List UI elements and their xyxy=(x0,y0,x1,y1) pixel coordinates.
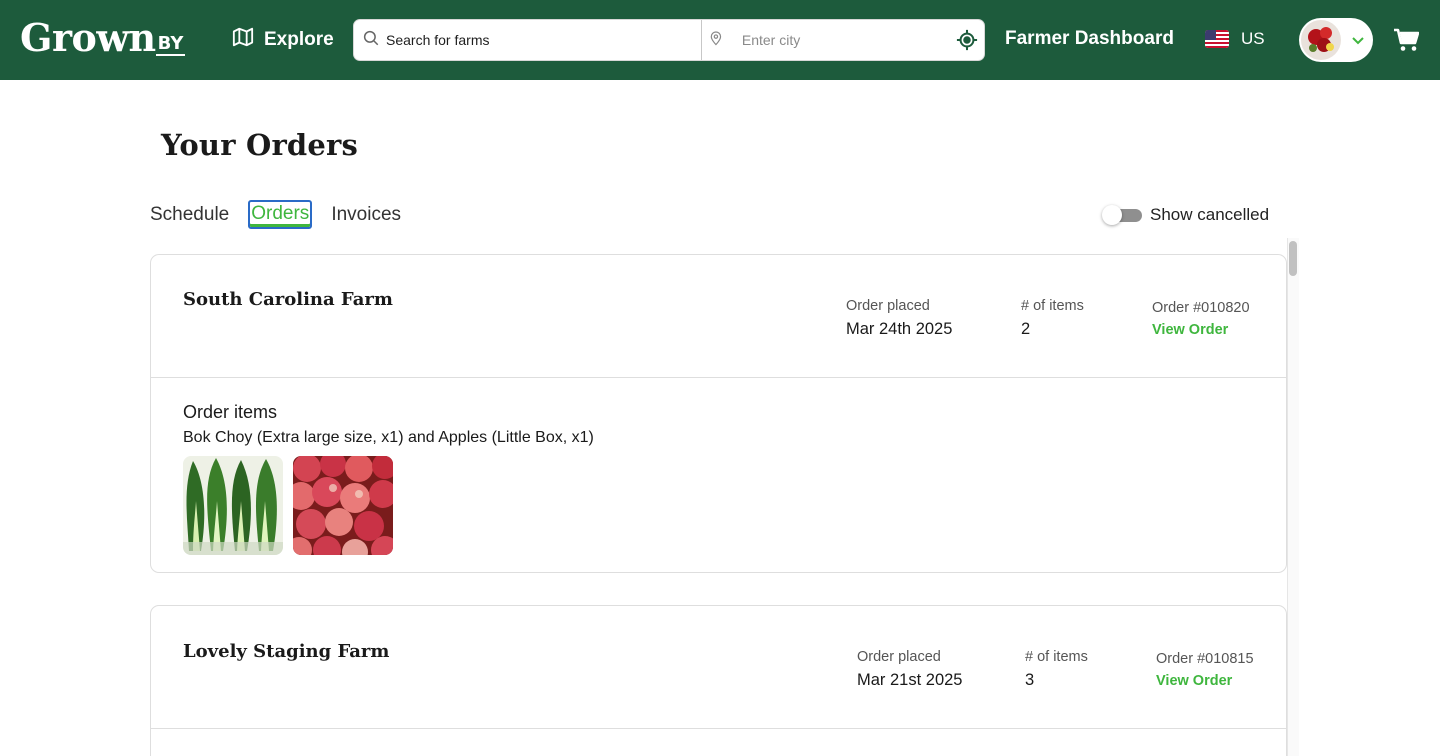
order-items-description: Bok Choy (Extra large size, x1) and Appl… xyxy=(183,429,594,446)
search-bar xyxy=(353,19,985,61)
country-selector[interactable]: US xyxy=(1205,29,1265,49)
city-input[interactable] xyxy=(741,32,956,48)
logo-by-text: BY xyxy=(155,33,186,56)
grownby-logo[interactable]: Grown BY xyxy=(20,14,186,62)
order-placed-label: Order placed xyxy=(857,649,941,665)
explore-link[interactable]: Explore xyxy=(232,26,334,54)
page-title: Your Orders xyxy=(161,128,359,162)
order-number: Order #010815 xyxy=(1156,651,1254,667)
avatar xyxy=(1301,20,1341,60)
city-search-field xyxy=(702,20,984,60)
order-card: Lovely Staging Farm Order placed Mar 21s… xyxy=(150,605,1287,756)
view-order-link[interactable]: View Order xyxy=(1152,322,1228,338)
search-icon xyxy=(362,29,386,51)
tab-invoices[interactable]: Invoices xyxy=(331,202,401,228)
order-items-section: Order items Bok Choy (Extra large size, … xyxy=(151,378,1286,572)
items-count-label: # of items xyxy=(1021,298,1084,314)
items-count-value: 3 xyxy=(1025,671,1035,689)
scrollbar-track[interactable] xyxy=(1287,238,1299,756)
order-number: Order #010820 xyxy=(1152,300,1250,316)
items-count-label: # of items xyxy=(1025,649,1088,665)
farm-name[interactable]: South Carolina Farm xyxy=(183,289,393,310)
order-card-header: Lovely Staging Farm Order placed Mar 21s… xyxy=(151,606,1286,729)
view-order-link[interactable]: View Order xyxy=(1156,673,1232,689)
tab-schedule[interactable]: Schedule xyxy=(150,202,229,228)
toggle-switch[interactable] xyxy=(1102,204,1142,226)
farm-name[interactable]: Lovely Staging Farm xyxy=(183,641,389,662)
us-flag-icon xyxy=(1205,30,1229,48)
farm-search-input[interactable] xyxy=(386,32,701,48)
order-card: South Carolina Farm Order placed Mar 24t… xyxy=(150,254,1287,573)
chevron-down-icon xyxy=(1350,32,1366,48)
farmer-dashboard-link[interactable]: Farmer Dashboard xyxy=(1005,28,1174,50)
order-tabs: Schedule Orders Invoices xyxy=(150,199,401,230)
logo-text: Grown xyxy=(20,15,156,60)
farm-search-field xyxy=(354,20,702,60)
order-placed-label: Order placed xyxy=(846,298,930,314)
account-menu-button[interactable] xyxy=(1299,18,1373,62)
cart-icon[interactable] xyxy=(1393,28,1420,52)
show-cancelled-label: Show cancelled xyxy=(1150,205,1270,224)
tab-orders[interactable]: Orders xyxy=(248,199,313,229)
order-placed-date: Mar 24th 2025 xyxy=(846,320,953,338)
order-items-title: Order items xyxy=(183,402,278,422)
location-pin-icon xyxy=(708,30,724,50)
scrollbar-thumb[interactable] xyxy=(1289,241,1297,276)
explore-label: Explore xyxy=(264,29,334,50)
country-label: US xyxy=(1241,29,1265,48)
items-count-value: 2 xyxy=(1021,320,1031,338)
top-navigation-bar: Grown BY Explore Farmer Dashboard xyxy=(0,0,1440,80)
bok-choy-image[interactable] xyxy=(183,456,283,555)
apples-image[interactable] xyxy=(293,456,393,555)
map-icon xyxy=(232,26,254,54)
show-cancelled-toggle[interactable]: Show cancelled xyxy=(1102,204,1269,226)
locate-icon[interactable] xyxy=(956,29,978,51)
order-placed-date: Mar 21st 2025 xyxy=(857,671,963,689)
order-card-header: South Carolina Farm Order placed Mar 24t… xyxy=(151,255,1286,378)
